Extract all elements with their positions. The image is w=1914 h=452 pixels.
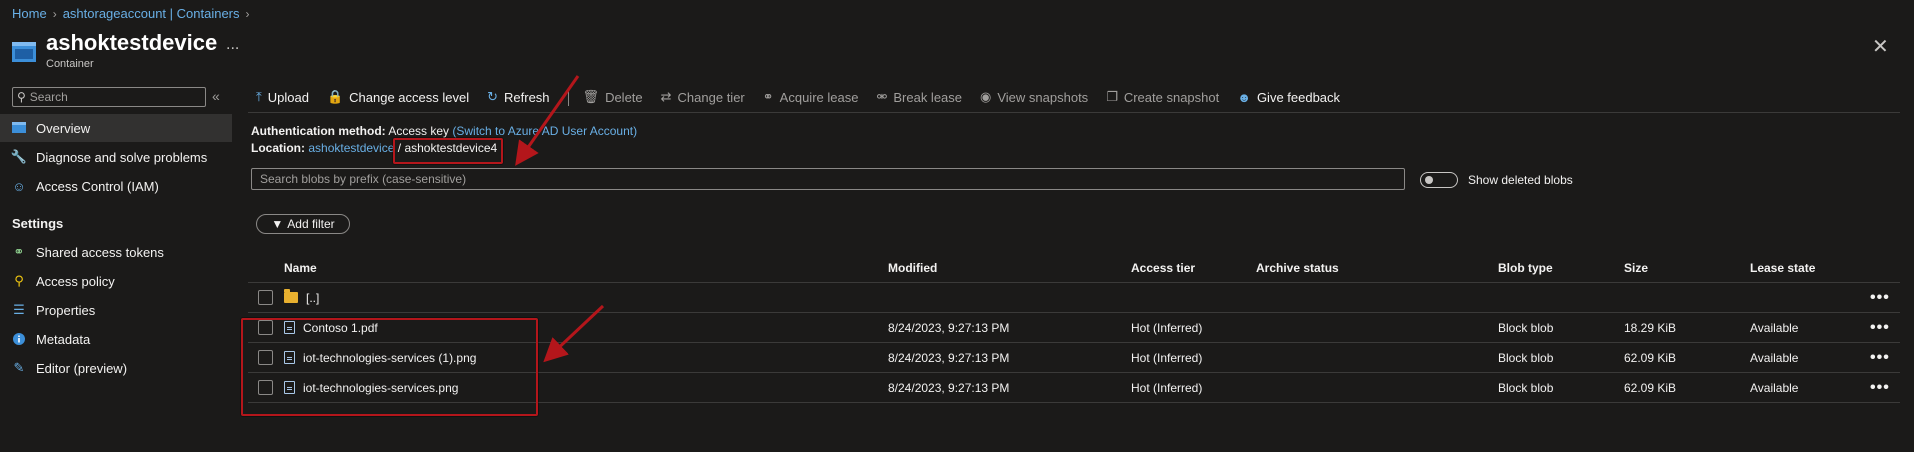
annotation-arrow-location <box>515 75 580 166</box>
annotation-arrows <box>515 75 605 363</box>
annotation-arrow-files <box>543 304 605 363</box>
